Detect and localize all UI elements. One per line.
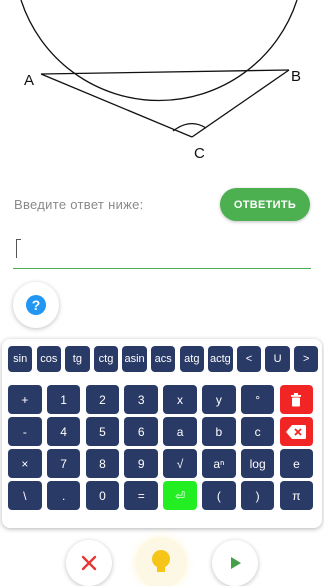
next-button[interactable] (212, 540, 258, 586)
key-r1c0[interactable]: + (8, 385, 42, 414)
key-r0c8[interactable]: < (236, 346, 262, 372)
lightbulb-icon (152, 550, 170, 572)
backspace-icon (286, 424, 307, 439)
answer-button[interactable]: ОТВЕТИТЬ (220, 188, 310, 221)
answer-prompt: Введите ответ ниже: (14, 197, 144, 212)
key-r4c1[interactable]: . (46, 481, 81, 510)
key-trash[interactable] (279, 385, 314, 414)
circle-arc (20, 0, 298, 102)
key-r4c6[interactable]: ) (240, 481, 275, 510)
key-r0c1[interactable]: cos (36, 346, 61, 372)
key-r1c5[interactable]: y (202, 385, 236, 414)
key-r0c10[interactable]: > (294, 346, 319, 372)
key-r4c5[interactable]: ( (202, 481, 236, 510)
key-enter[interactable]: ⏎ (163, 481, 197, 510)
key-r3c6[interactable]: log (240, 449, 275, 478)
key-r2c2[interactable]: 5 (85, 417, 120, 446)
math-keyboard: sin cos tg ctg asin acs atg actg < U > +1 2 3 x y ° -4 5 6 a… (2, 339, 322, 528)
key-r2c5[interactable]: b (202, 417, 236, 446)
key-r2c3[interactable]: 6 (124, 417, 159, 446)
key-r0c9[interactable]: U (265, 346, 290, 372)
close-icon (81, 555, 97, 571)
trash-icon (291, 392, 302, 406)
key-r4c3[interactable]: = (124, 481, 159, 510)
close-button[interactable] (66, 540, 112, 586)
key-r2c6[interactable]: c (240, 417, 275, 446)
geometry-figure: A B C (20, 0, 301, 162)
key-r0c3[interactable]: ctg (93, 346, 119, 372)
key-r4c0[interactable]: \ (8, 481, 42, 510)
key-r4c2[interactable]: 0 (85, 481, 120, 510)
key-r4c7[interactable]: π (279, 481, 314, 510)
key-r3c3[interactable]: 9 (124, 449, 159, 478)
chord-bc (191, 69, 290, 138)
key-r1c2[interactable]: 2 (85, 385, 120, 414)
key-r0c0[interactable]: sin (8, 346, 33, 372)
angle-c-arc (172, 123, 207, 132)
key-r2c1[interactable]: 4 (46, 417, 81, 446)
key-r1c1[interactable]: 1 (46, 385, 81, 414)
key-r1c6[interactable]: ° (240, 385, 275, 414)
key-r3c1[interactable]: 7 (46, 449, 81, 478)
help-button[interactable]: ? (13, 282, 59, 328)
hint-button[interactable] (138, 540, 184, 586)
key-r0c2[interactable]: tg (65, 346, 90, 372)
play-icon (231, 557, 241, 569)
label-a: A (24, 72, 34, 89)
question-icon: ? (26, 295, 46, 315)
answer-input[interactable] (13, 230, 311, 269)
key-r0c4[interactable]: asin (122, 346, 147, 372)
key-r3c0[interactable]: × (8, 449, 42, 478)
key-r3c5[interactable]: aⁿ (202, 449, 236, 478)
key-r2c4[interactable]: a (163, 417, 197, 446)
key-r1c4[interactable]: x (163, 385, 197, 414)
key-r0c7[interactable]: actg (208, 346, 233, 372)
label-c: C (194, 145, 205, 162)
key-r3c4[interactable]: √ (163, 449, 197, 478)
key-r3c2[interactable]: 8 (85, 449, 120, 478)
key-r3c7[interactable]: e (279, 449, 314, 478)
chord-ac (40, 73, 193, 138)
key-r0c5[interactable]: acs (151, 346, 176, 372)
key-r0c6[interactable]: atg (179, 346, 204, 372)
key-r1c3[interactable]: 3 (124, 385, 159, 414)
key-r2c0[interactable]: - (8, 417, 42, 446)
chord-ab (40, 69, 290, 75)
key-backspace[interactable] (279, 417, 314, 446)
text-caret (16, 239, 21, 258)
label-b: B (291, 68, 301, 85)
